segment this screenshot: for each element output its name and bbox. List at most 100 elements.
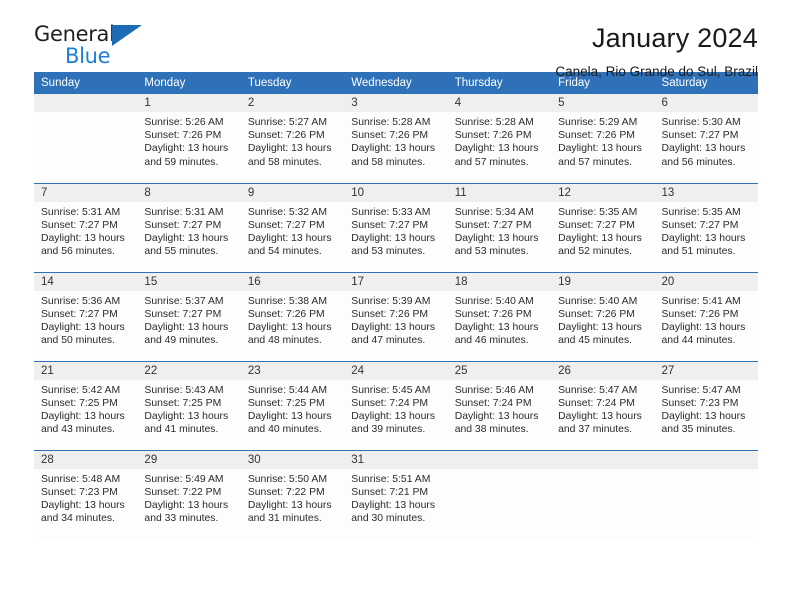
weekday-header-sunday: Sunday — [34, 72, 138, 94]
sunset-text: Sunset: 7:27 PM — [351, 219, 429, 231]
calendar-page: General Blue January 2024 Canela, Rio Gr… — [0, 0, 792, 612]
calendar-cell: 11 Sunrise: 5:34 AM Sunset: 7:27 PM Dayligh… — [447, 182, 552, 272]
daylight-text: Daylight: 13 hours — [351, 143, 436, 155]
daylight-text: and 39 minutes. — [351, 424, 426, 436]
sunrise-text: Sunrise: 5:46 AM — [454, 384, 534, 396]
sunset-text: Sunset: 7:26 PM — [351, 130, 429, 142]
calendar-day[interactable]: 3 Sunrise: 5:28 AM Sunset: 7:26 PM Daylight… — [344, 94, 448, 183]
calendar-cell: 28 Sunrise: 5:48 AM Sunset: 7:23 PM Dayligh… — [34, 449, 138, 539]
daylight-text: Daylight: 13 hours — [144, 321, 229, 333]
day-details — [34, 112, 137, 116]
calendar-day[interactable]: 7 Sunrise: 5:31 AM Sunset: 7:27 PM Daylight… — [34, 183, 138, 272]
daylight-text: and 40 minutes. — [247, 424, 322, 436]
calendar-day[interactable]: 10 Sunrise: 5:33 AM Sunset: 7:27 PM Dayligh… — [344, 183, 448, 272]
calendar-day[interactable]: 25 Sunrise: 5:46 AM Sunset: 7:24 PM Dayligh… — [447, 361, 552, 450]
sunset-text: Sunset: 7:22 PM — [144, 486, 222, 498]
day-details: Sunrise: 5:47 AM Sunset: 7:23 PM Daylight:… — [655, 380, 758, 437]
calendar-day[interactable]: 4 Sunrise: 5:28 AM Sunset: 7:26 PM Daylight… — [447, 94, 552, 183]
daylight-text: Daylight: 13 hours — [247, 410, 332, 422]
page-header: General Blue January 2024 Canela, Rio Gr… — [34, 0, 758, 79]
sunrise-text: Sunrise: 5:34 AM — [454, 206, 534, 218]
calendar-day[interactable]: 12 Sunrise: 5:35 AM Sunset: 7:27 PM Dayligh… — [551, 183, 655, 272]
calendar-day[interactable]: 27 Sunrise: 5:47 AM Sunset: 7:23 PM Dayligh… — [654, 361, 758, 450]
daylight-text: Daylight: 13 hours — [661, 321, 746, 333]
calendar-cell: 7 Sunrise: 5:31 AM Sunset: 7:27 PM Daylight… — [34, 182, 138, 272]
daylight-text: and 30 minutes. — [351, 513, 426, 525]
calendar-day[interactable]: 17 Sunrise: 5:39 AM Sunset: 7:26 PM Dayligh… — [344, 272, 448, 361]
calendar-cell: 19 Sunrise: 5:40 AM Sunset: 7:26 PM Dayligh… — [551, 271, 655, 361]
calendar-cell: 10 Sunrise: 5:33 AM Sunset: 7:27 PM Dayligh… — [344, 182, 448, 272]
sunset-text: Sunset: 7:27 PM — [661, 219, 739, 231]
sunrise-text: Sunrise: 5:32 AM — [247, 206, 327, 218]
calendar-day[interactable]: 26 Sunrise: 5:47 AM Sunset: 7:24 PM Dayligh… — [551, 361, 655, 450]
general-blue-logo[interactable]: General Blue — [34, 22, 164, 74]
calendar-day[interactable]: 20 Sunrise: 5:41 AM Sunset: 7:26 PM Dayligh… — [654, 272, 758, 361]
calendar-day[interactable]: 5 Sunrise: 5:29 AM Sunset: 7:26 PM Daylight… — [551, 94, 655, 183]
calendar-day[interactable]: 15 Sunrise: 5:37 AM Sunset: 7:27 PM Dayligh… — [137, 272, 241, 361]
calendar-week-row: 21 Sunrise: 5:42 AM Sunset: 7:25 PM Dayligh… — [34, 360, 758, 450]
calendar-day[interactable]: 31 Sunrise: 5:51 AM Sunset: 7:21 PM Dayligh… — [344, 450, 448, 539]
calendar-day[interactable]: 13 Sunrise: 5:35 AM Sunset: 7:27 PM Dayligh… — [654, 183, 758, 272]
calendar-cell: 4 Sunrise: 5:28 AM Sunset: 7:26 PM Daylight… — [447, 94, 552, 183]
calendar-day[interactable]: 9 Sunrise: 5:32 AM Sunset: 7:27 PM Daylight… — [240, 183, 345, 272]
calendar-day-empty — [551, 450, 655, 539]
sunrise-text: Sunrise: 5:26 AM — [144, 117, 224, 128]
daylight-text: Daylight: 13 hours — [558, 410, 642, 422]
sunset-text: Sunset: 7:26 PM — [144, 130, 222, 142]
daylight-text: Daylight: 13 hours — [558, 143, 642, 155]
daylight-text: and 46 minutes. — [454, 335, 529, 347]
sunset-text: Sunset: 7:26 PM — [454, 130, 532, 142]
day-details: Sunrise: 5:31 AM Sunset: 7:27 PM Daylight:… — [137, 202, 240, 259]
calendar-day[interactable]: 8 Sunrise: 5:31 AM Sunset: 7:27 PM Daylight… — [137, 183, 241, 272]
calendar-week-row: 7 Sunrise: 5:31 AM Sunset: 7:27 PM Daylight… — [34, 182, 758, 272]
day-number: 9 — [240, 183, 345, 202]
calendar-day[interactable]: 28 Sunrise: 5:48 AM Sunset: 7:23 PM Dayligh… — [34, 450, 138, 539]
calendar-cell: 31 Sunrise: 5:51 AM Sunset: 7:21 PM Dayligh… — [344, 449, 448, 539]
calendar-day[interactable]: 2 Sunrise: 5:27 AM Sunset: 7:26 PM Daylight… — [240, 94, 345, 183]
calendar-day[interactable]: 24 Sunrise: 5:45 AM Sunset: 7:24 PM Dayligh… — [344, 361, 448, 450]
calendar-day[interactable]: 30 Sunrise: 5:50 AM Sunset: 7:22 PM Dayligh… — [240, 450, 345, 539]
daylight-text: Daylight: 13 hours — [247, 321, 332, 333]
daylight-text: and 43 minutes. — [41, 424, 115, 436]
calendar-day[interactable]: 18 Sunrise: 5:40 AM Sunset: 7:26 PM Dayligh… — [447, 272, 552, 361]
calendar-day[interactable]: 22 Sunrise: 5:43 AM Sunset: 7:25 PM Dayligh… — [137, 361, 241, 450]
calendar-cell: 9 Sunrise: 5:32 AM Sunset: 7:27 PM Daylight… — [240, 182, 345, 272]
calendar-day[interactable]: 16 Sunrise: 5:38 AM Sunset: 7:26 PM Dayligh… — [240, 272, 345, 361]
daylight-text: Daylight: 13 hours — [351, 499, 436, 511]
calendar-cell: 26 Sunrise: 5:47 AM Sunset: 7:24 PM Dayligh… — [551, 360, 655, 450]
sunset-text: Sunset: 7:27 PM — [41, 308, 118, 320]
daylight-text: and 31 minutes. — [247, 513, 322, 525]
day-details — [551, 469, 654, 473]
sunrise-text: Sunrise: 5:43 AM — [144, 384, 224, 396]
sunset-text: Sunset: 7:25 PM — [247, 397, 325, 409]
calendar-day[interactable]: 1 Sunrise: 5:26 AM Sunset: 7:26 PM Daylight… — [137, 94, 241, 183]
sunset-text: Sunset: 7:22 PM — [247, 486, 325, 498]
calendar-day-empty — [654, 450, 758, 539]
daylight-text: and 56 minutes. — [41, 246, 115, 258]
daylight-text: and 55 minutes. — [144, 246, 219, 258]
calendar-day[interactable]: 23 Sunrise: 5:44 AM Sunset: 7:25 PM Dayligh… — [240, 361, 345, 450]
day-number: 4 — [447, 94, 552, 112]
sunset-text: Sunset: 7:26 PM — [558, 130, 635, 142]
sunset-text: Sunset: 7:27 PM — [41, 219, 118, 231]
calendar-cell — [447, 449, 552, 539]
calendar-day[interactable]: 21 Sunrise: 5:42 AM Sunset: 7:25 PM Dayligh… — [34, 361, 138, 450]
weekday-header-thursday: Thursday — [447, 72, 552, 94]
weekday-header-monday: Monday — [137, 72, 241, 94]
calendar-day[interactable]: 6 Sunrise: 5:30 AM Sunset: 7:27 PM Daylight… — [654, 94, 758, 183]
sunset-text: Sunset: 7:26 PM — [558, 308, 635, 320]
calendar-day[interactable]: 29 Sunrise: 5:49 AM Sunset: 7:22 PM Dayligh… — [137, 450, 241, 539]
day-details — [655, 469, 758, 473]
daylight-text: Daylight: 13 hours — [661, 232, 746, 244]
sunrise-text: Sunrise: 5:47 AM — [558, 384, 638, 396]
calendar-cell: 29 Sunrise: 5:49 AM Sunset: 7:22 PM Dayligh… — [137, 449, 241, 539]
calendar-day[interactable]: 19 Sunrise: 5:40 AM Sunset: 7:26 PM Dayligh… — [551, 272, 655, 361]
day-details: Sunrise: 5:50 AM Sunset: 7:22 PM Daylight:… — [241, 469, 344, 526]
calendar-cell: 27 Sunrise: 5:47 AM Sunset: 7:23 PM Dayligh… — [654, 360, 758, 450]
daylight-text: and 51 minutes. — [661, 246, 736, 258]
calendar-day[interactable]: 14 Sunrise: 5:36 AM Sunset: 7:27 PM Dayligh… — [34, 272, 138, 361]
calendar-day[interactable]: 11 Sunrise: 5:34 AM Sunset: 7:27 PM Dayligh… — [447, 183, 552, 272]
sunrise-text: Sunrise: 5:44 AM — [247, 384, 327, 396]
sunrise-text: Sunrise: 5:27 AM — [247, 117, 327, 128]
calendar-cell: 3 Sunrise: 5:28 AM Sunset: 7:26 PM Daylight… — [344, 94, 448, 183]
